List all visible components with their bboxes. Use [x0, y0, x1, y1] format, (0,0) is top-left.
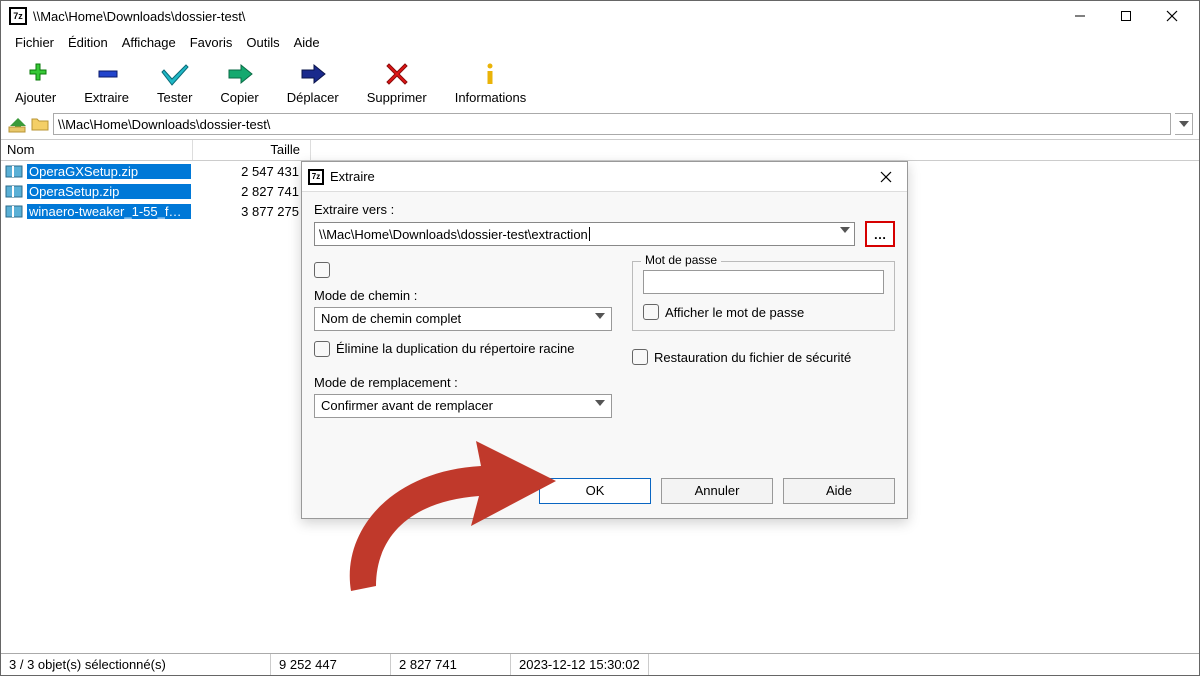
unnamed-checkbox[interactable]: [314, 262, 330, 278]
window-controls: [1057, 1, 1195, 31]
toolbar-copy[interactable]: Copier: [220, 60, 258, 105]
toolbar-info[interactable]: Informations: [455, 60, 527, 105]
arrow-right-green-icon: [225, 60, 255, 88]
overwrite-mode-select[interactable]: Confirmer avant de remplacer: [314, 394, 612, 418]
file-size: 2 547 431: [191, 164, 309, 179]
menu-file[interactable]: Fichier: [9, 33, 60, 52]
toolbar-delete[interactable]: Supprimer: [367, 60, 427, 105]
extract-dialog: 7z Extraire Extraire vers : \\Mac\Home\D…: [301, 161, 908, 519]
path-dropdown[interactable]: [1175, 113, 1193, 135]
restore-security-label: Restauration du fichier de sécurité: [654, 350, 851, 365]
window-title: \\Mac\Home\Downloads\dossier-test\: [33, 9, 1057, 24]
menu-tools[interactable]: Outils: [240, 33, 285, 52]
chevron-down-icon: [1179, 121, 1189, 127]
toolbar: Ajouter Extraire Tester Copier Déplacer …: [1, 56, 1199, 111]
column-name[interactable]: Nom: [1, 140, 193, 160]
archive-icon: [5, 164, 23, 178]
file-size: 3 877 275: [191, 204, 309, 219]
status-total-size: 9 252 447: [271, 654, 391, 675]
path-mode-label: Mode de chemin :: [314, 288, 612, 303]
close-icon: [880, 171, 892, 183]
statusbar: 3 / 3 objet(s) sélectionné(s) 9 252 447 …: [1, 653, 1199, 675]
close-button[interactable]: [1149, 1, 1195, 31]
toolbar-add-label: Ajouter: [15, 90, 56, 105]
show-password-checkbox[interactable]: [643, 304, 659, 320]
dialog-buttons: OK Annuler Aide: [314, 478, 895, 504]
overwrite-mode-value: Confirmer avant de remplacer: [321, 398, 493, 413]
sevenzip-icon: 7z: [9, 7, 27, 25]
titlebar: 7z \\Mac\Home\Downloads\dossier-test\: [1, 1, 1199, 31]
menu-edit[interactable]: Édition: [62, 33, 114, 52]
archive-icon: [5, 204, 23, 218]
extract-to-label: Extraire vers :: [314, 202, 895, 217]
password-group-legend: Mot de passe: [641, 253, 721, 267]
toolbar-info-label: Informations: [455, 90, 527, 105]
toolbar-add[interactable]: Ajouter: [15, 60, 56, 105]
check-icon: [160, 60, 190, 88]
toolbar-test[interactable]: Tester: [157, 60, 192, 105]
menu-help[interactable]: Aide: [288, 33, 326, 52]
toolbar-test-label: Tester: [157, 90, 192, 105]
cancel-button[interactable]: Annuler: [661, 478, 773, 504]
minus-icon: [93, 60, 121, 88]
dialog-close-button[interactable]: [871, 162, 901, 192]
ok-button[interactable]: OK: [539, 478, 651, 504]
toolbar-extract-label: Extraire: [84, 90, 129, 105]
maximize-button[interactable]: [1103, 1, 1149, 31]
minimize-button[interactable]: [1057, 1, 1103, 31]
column-size[interactable]: Taille: [193, 140, 311, 160]
x-icon: [384, 60, 410, 88]
password-group: Mot de passe Afficher le mot de passe: [632, 261, 895, 331]
info-icon: [479, 60, 501, 88]
address-bar: \\Mac\Home\Downloads\dossier-test\: [1, 111, 1199, 139]
folder-icon: [31, 116, 49, 132]
show-password-label: Afficher le mot de passe: [665, 305, 804, 320]
menubar: Fichier Édition Affichage Favoris Outils…: [1, 31, 1199, 56]
arrow-right-blue-icon: [298, 60, 328, 88]
toolbar-move-label: Déplacer: [287, 90, 339, 105]
chevron-down-icon[interactable]: [840, 227, 850, 233]
toolbar-delete-label: Supprimer: [367, 90, 427, 105]
file-name: winaero-tweaker_1-55_f…: [27, 204, 191, 219]
toolbar-extract[interactable]: Extraire: [84, 60, 129, 105]
file-size: 2 827 741: [191, 184, 309, 199]
text-cursor: [589, 227, 590, 241]
path-mode-value: Nom de chemin complet: [321, 311, 461, 326]
dialog-body: Extraire vers : \\Mac\Home\Downloads\dos…: [302, 192, 907, 518]
path-input[interactable]: \\Mac\Home\Downloads\dossier-test\: [53, 113, 1171, 135]
toolbar-move[interactable]: Déplacer: [287, 60, 339, 105]
chevron-down-icon: [595, 313, 605, 319]
sevenzip-icon: 7z: [308, 169, 324, 185]
column-headers: Nom Taille: [1, 139, 1199, 161]
file-name: OperaSetup.zip: [27, 184, 191, 199]
up-folder-icon[interactable]: [7, 114, 27, 134]
menu-favorites[interactable]: Favoris: [184, 33, 239, 52]
overwrite-mode-label: Mode de remplacement :: [314, 375, 612, 390]
extract-to-input[interactable]: \\Mac\Home\Downloads\dossier-test\extrac…: [314, 222, 855, 246]
restore-security-checkbox[interactable]: [632, 349, 648, 365]
help-button[interactable]: Aide: [783, 478, 895, 504]
browse-button[interactable]: …: [865, 221, 895, 247]
path-text: \\Mac\Home\Downloads\dossier-test\: [58, 117, 270, 132]
file-name: OperaGXSetup.zip: [27, 164, 191, 179]
status-sel-size: 2 827 741: [391, 654, 511, 675]
toolbar-copy-label: Copier: [220, 90, 258, 105]
plus-icon: [22, 60, 50, 88]
archive-icon: [5, 184, 23, 198]
dialog-titlebar: 7z Extraire: [302, 162, 907, 192]
extract-to-value: \\Mac\Home\Downloads\dossier-test\extrac…: [319, 227, 588, 242]
eliminate-duplication-checkbox[interactable]: [314, 341, 330, 357]
status-selection: 3 / 3 objet(s) sélectionné(s): [1, 654, 271, 675]
path-mode-select[interactable]: Nom de chemin complet: [314, 307, 612, 331]
menu-view[interactable]: Affichage: [116, 33, 182, 52]
password-input[interactable]: [643, 270, 884, 294]
dialog-title: Extraire: [330, 169, 871, 184]
eliminate-duplication-label: Élimine la duplication du répertoire rac…: [336, 341, 574, 356]
status-date: 2023-12-12 15:30:02: [511, 654, 649, 675]
chevron-down-icon: [595, 400, 605, 406]
